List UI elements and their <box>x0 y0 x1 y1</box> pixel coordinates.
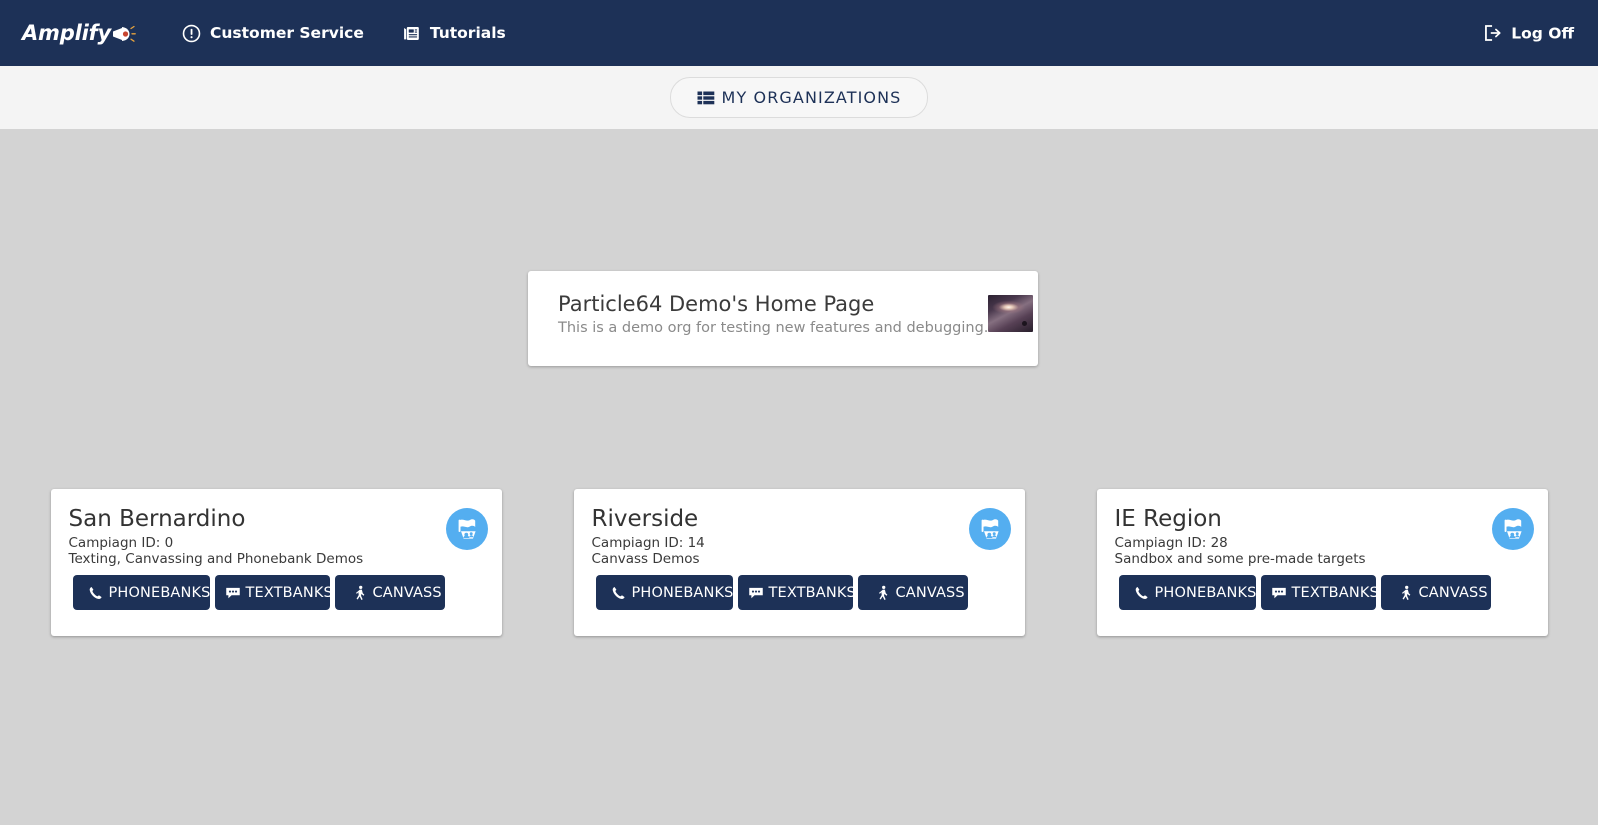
log-off-label: Log Off <box>1511 24 1574 42</box>
canvass-button[interactable]: CANVASS <box>334 575 445 610</box>
campaign-flag-people-icon[interactable] <box>445 508 488 550</box>
campaign-id: Campiagn ID: 14 <box>591 534 705 551</box>
galaxy-thumbnail <box>988 295 1034 332</box>
documents-stack-icon <box>402 24 421 43</box>
brand-name: Amplify <box>22 21 111 45</box>
walking-person-icon <box>874 584 892 602</box>
campaign-card[interactable]: San Bernardino Campiagn ID: 0 Texting, C… <box>50 489 502 636</box>
organization-home-card[interactable]: Particle64 Demo's Home Page This is a de… <box>528 271 1038 366</box>
list-table-icon <box>697 90 715 106</box>
canvass-label: CANVASS <box>372 584 442 601</box>
textbanks-button[interactable]: TEXTBANKS <box>737 575 853 610</box>
campaign-card[interactable]: IE Region Campiagn ID: 28 Sandbox and so… <box>1096 489 1548 636</box>
phonebanks-label: PHONEBANKS <box>1154 584 1256 601</box>
organization-title: Particle64 Demo's Home Page <box>558 292 875 316</box>
campaign-info: Riverside Campiagn ID: 14 Canvass Demos <box>591 506 705 568</box>
textbanks-label: TEXTBANKS <box>768 584 853 601</box>
canvass-label: CANVASS <box>895 584 965 601</box>
textbanks-label: TEXTBANKS <box>1291 584 1376 601</box>
campaign-card-header: IE Region Campiagn ID: 28 Sandbox and so… <box>1114 506 1548 568</box>
phonebanks-button[interactable]: PHONEBANKS <box>72 575 210 610</box>
phone-icon <box>1133 584 1151 602</box>
campaign-name: San Bernardino <box>68 506 246 532</box>
nav-customer-service-label: Customer Service <box>210 24 364 42</box>
megaphone-icon <box>110 22 136 46</box>
organization-description: This is a demo org for testing new featu… <box>558 320 989 337</box>
campaign-name: IE Region <box>1114 506 1222 532</box>
campaign-flag-people-icon[interactable] <box>1491 508 1534 550</box>
phone-icon <box>87 584 105 602</box>
canvass-label: CANVASS <box>1418 584 1488 601</box>
campaign-description: Canvass Demos <box>591 550 700 567</box>
campaign-info: San Bernardino Campiagn ID: 0 Texting, C… <box>68 506 364 568</box>
comment-dots-icon <box>1270 584 1288 602</box>
campaign-action-buttons: PHONEBANKS TEXTBANKS CANVASS <box>72 575 445 610</box>
canvass-button[interactable]: CANVASS <box>1380 575 1491 610</box>
sign-out-icon <box>1483 24 1502 43</box>
campaign-id: Campiagn ID: 28 <box>1114 534 1228 551</box>
campaign-action-buttons: PHONEBANKS TEXTBANKS CANVASS <box>595 575 968 610</box>
textbanks-button[interactable]: TEXTBANKS <box>214 575 330 610</box>
comment-dots-icon <box>224 584 242 602</box>
phonebanks-button[interactable]: PHONEBANKS <box>1118 575 1256 610</box>
log-off-button[interactable]: Log Off <box>1483 24 1574 43</box>
phonebanks-label: PHONEBANKS <box>631 584 733 601</box>
phonebanks-button[interactable]: PHONEBANKS <box>595 575 733 610</box>
nav-customer-service[interactable]: Customer Service <box>172 18 374 49</box>
campaign-name: Riverside <box>591 506 699 532</box>
campaign-description: Texting, Canvassing and Phonebank Demos <box>68 550 364 567</box>
campaign-flag-people-icon[interactable] <box>968 508 1011 550</box>
canvass-button[interactable]: CANVASS <box>857 575 968 610</box>
nav-tutorials[interactable]: Tutorials <box>392 18 516 49</box>
campaign-action-buttons: PHONEBANKS TEXTBANKS CANVASS <box>1118 575 1491 610</box>
campaign-card[interactable]: Riverside Campiagn ID: 14 Canvass Demos <box>573 489 1025 636</box>
campaign-meta: Campiagn ID: 28 Sandbox and some pre-mad… <box>1114 534 1366 568</box>
walking-person-icon <box>1397 584 1415 602</box>
walking-person-icon <box>351 584 369 602</box>
textbanks-button[interactable]: TEXTBANKS <box>1260 575 1376 610</box>
sub-header-bar: MY ORGANIZATIONS <box>0 66 1598 129</box>
nav-tutorials-label: Tutorials <box>429 24 506 42</box>
campaign-meta: Campiagn ID: 14 Canvass Demos <box>591 534 705 568</box>
my-organizations-button[interactable]: MY ORGANIZATIONS <box>669 77 929 118</box>
campaign-cards-row: San Bernardino Campiagn ID: 0 Texting, C… <box>0 489 1598 636</box>
campaign-description: Sandbox and some pre-made targets <box>1114 550 1366 567</box>
phone-icon <box>610 584 628 602</box>
campaign-id: Campiagn ID: 0 <box>68 534 174 551</box>
my-organizations-label: MY ORGANIZATIONS <box>721 88 902 107</box>
campaign-info: IE Region Campiagn ID: 28 Sandbox and so… <box>1114 506 1366 568</box>
textbanks-label: TEXTBANKS <box>245 584 330 601</box>
exclamation-circle-icon <box>182 24 201 43</box>
organization-text-block: Particle64 Demo's Home Page This is a de… <box>558 291 988 336</box>
top-navigation-bar: Amplify Customer Service Tutorials Log O… <box>0 0 1598 66</box>
brand-logo[interactable]: Amplify <box>22 21 136 45</box>
phonebanks-label: PHONEBANKS <box>108 584 210 601</box>
comment-dots-icon <box>747 584 765 602</box>
campaign-meta: Campiagn ID: 0 Texting, Canvassing and P… <box>68 534 364 568</box>
campaign-card-header: San Bernardino Campiagn ID: 0 Texting, C… <box>68 506 502 568</box>
main-content-area: Particle64 Demo's Home Page This is a de… <box>0 129 1598 825</box>
campaign-card-header: Riverside Campiagn ID: 14 Canvass Demos <box>591 506 1025 568</box>
